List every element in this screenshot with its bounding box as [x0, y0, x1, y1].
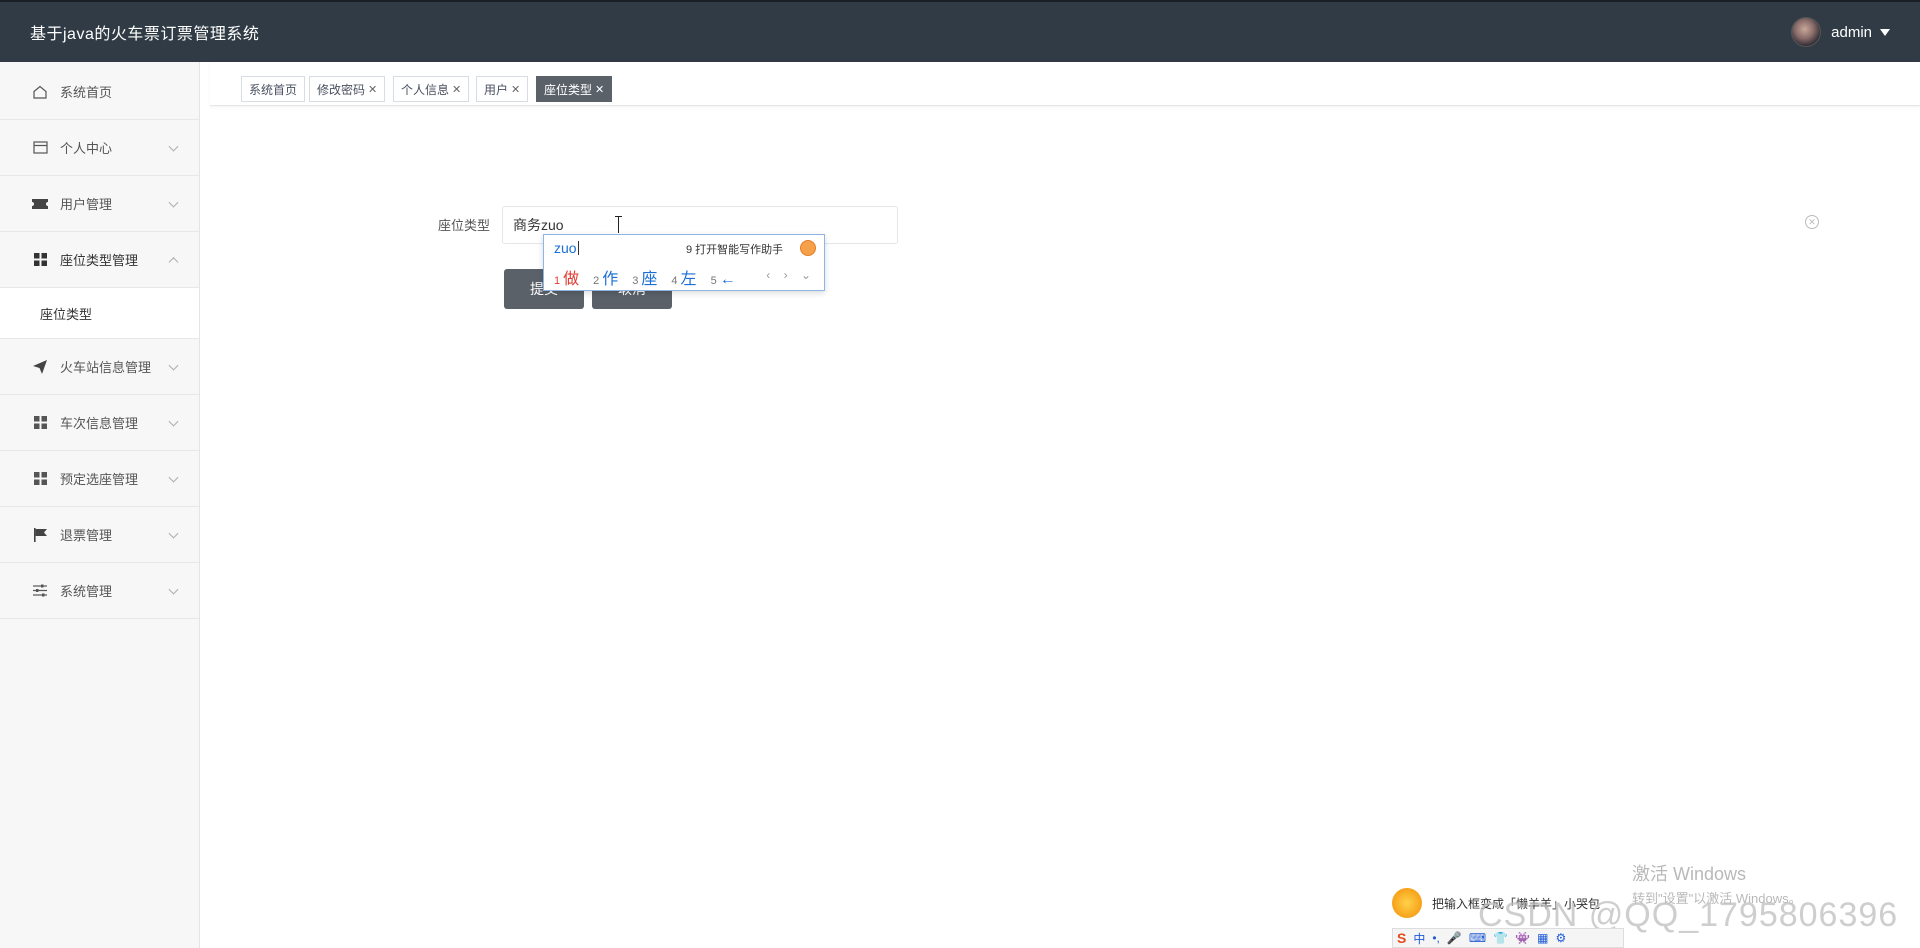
sidebar-item-label: 系统首页: [60, 85, 113, 100]
apps-icon[interactable]: ▦: [1537, 931, 1548, 945]
sidebar-subitem-seat-type[interactable]: 座位类型: [0, 288, 199, 339]
chevron-down-icon: [168, 141, 179, 152]
sidebar-item-personal-center[interactable]: 个人中心: [0, 120, 199, 176]
sidebar-item-system-management[interactable]: 系统管理: [0, 563, 199, 619]
close-icon[interactable]: ✕: [368, 83, 377, 96]
microphone-icon[interactable]: 🎤: [1447, 931, 1462, 945]
id-card-icon: [32, 140, 48, 156]
grid-icon: [32, 471, 48, 487]
tab-change-password[interactable]: 修改密码 ✕: [309, 76, 386, 102]
grid-icon: [32, 415, 48, 431]
candidate-number: 3: [632, 275, 639, 287]
chevron-up-icon: [168, 256, 179, 267]
candidate-text: 座: [641, 271, 658, 288]
tab-label: 个人信息: [401, 82, 450, 97]
sidebar-item-seat-type-management[interactable]: 座位类型管理: [0, 232, 199, 288]
ime-assist-option[interactable]: 9 打开智能写作助手: [686, 241, 783, 257]
tab-label: 用户: [484, 82, 509, 97]
app-title: 基于java的火车票订票管理系统: [30, 26, 260, 43]
close-icon[interactable]: ✕: [595, 83, 604, 96]
candidate-text: 做: [563, 271, 580, 288]
chevron-down-icon: [168, 584, 179, 595]
sidebar-item-train-management[interactable]: 车次信息管理: [0, 395, 199, 451]
candidate-text: ←: [719, 271, 736, 288]
sliders-icon: [32, 583, 48, 599]
sidebar-item-station-management[interactable]: 火车站信息管理: [0, 339, 199, 395]
chevron-down-icon: [168, 528, 179, 539]
flag-icon: [32, 527, 48, 543]
close-icon[interactable]: ✕: [452, 83, 461, 96]
candidate-number: 4: [671, 275, 678, 287]
ime-candidate[interactable]: 3座: [632, 265, 657, 289]
skin-icon[interactable]: 👕: [1493, 931, 1508, 945]
sidebar-subitem-label: 座位类型: [40, 306, 93, 322]
avatar[interactable]: [1791, 17, 1822, 47]
caret-down-icon[interactable]: [1880, 28, 1890, 36]
top-header: 基于java的火车票订票管理系统 admin: [0, 0, 1920, 62]
sidebar-item-label: 用户管理: [60, 197, 113, 212]
punctuation-icon[interactable]: •,: [1432, 931, 1440, 945]
username[interactable]: admin: [1831, 24, 1872, 41]
sidebar-item-label: 座位类型管理: [60, 253, 139, 268]
sidebar-item-refund-management[interactable]: 退票管理: [0, 507, 199, 563]
sun-icon: [1392, 888, 1422, 918]
ime-candidate[interactable]: 1做: [554, 265, 579, 289]
ime-candidate-popup: zuo 9 打开智能写作助手 1做 2作 3座 4左 5 ← ‹ › ⌄: [543, 234, 825, 291]
home-icon: [32, 84, 48, 100]
chevron-down-icon: [168, 197, 179, 208]
language-toggle-icon[interactable]: 中: [1413, 930, 1425, 947]
chevron-down-icon: [168, 416, 179, 427]
close-icon[interactable]: ✕: [511, 83, 520, 96]
settings-icon[interactable]: ⚙: [1555, 931, 1566, 945]
tabs-bar: 系统首页 修改密码 ✕ 个人信息 ✕ 用户 ✕ 座位类型 ✕: [210, 62, 1920, 106]
ime-toolbar: S 中 •, 🎤 ⌨ 👕 👾 ▦ ⚙: [1392, 928, 1624, 948]
sidebar-item-label: 火车站信息管理: [60, 360, 152, 375]
grid-icon: [32, 252, 48, 268]
tab-home[interactable]: 系统首页: [241, 76, 306, 102]
sidebar-item-label: 退票管理: [60, 528, 113, 543]
clear-icon[interactable]: ✕: [1805, 215, 1819, 229]
chevron-down-icon: [168, 472, 179, 483]
tab-seat-type[interactable]: 座位类型 ✕: [536, 76, 613, 102]
game-icon[interactable]: 👾: [1515, 931, 1530, 945]
ime-composition: zuo: [554, 240, 577, 256]
ime-page-nav-icon[interactable]: ‹ › ⌄: [766, 268, 816, 282]
candidate-number: 2: [593, 275, 600, 287]
ime-candidate[interactable]: 2作: [593, 265, 618, 289]
candidate-number: 1: [554, 275, 561, 287]
user-menu[interactable]: admin: [1791, 17, 1890, 47]
keyboard-icon[interactable]: ⌨: [1469, 931, 1486, 945]
tab-label: 修改密码: [317, 82, 366, 97]
sidebar-item-home[interactable]: 系统首页: [0, 64, 199, 120]
ticket-icon: [32, 196, 48, 212]
candidate-text: 作: [602, 271, 619, 288]
tab-user[interactable]: 用户 ✕: [476, 76, 529, 102]
sidebar: 系统首页 个人中心 用户管理 座位类型管理 座位类型 火车站信息管理 车次信息管…: [0, 62, 200, 948]
candidate-text: 左: [680, 271, 697, 288]
text-cursor-icon: [615, 216, 623, 236]
sogou-logo-icon[interactable]: S: [1397, 930, 1406, 946]
sidebar-item-label: 车次信息管理: [60, 416, 139, 431]
ime-candidates: 1做 2作 3座 4左 5 ←: [554, 265, 750, 289]
ime-candidate[interactable]: 4左: [671, 265, 696, 289]
sidebar-item-label: 个人中心: [60, 141, 113, 156]
seat-type-label: 座位类型: [437, 218, 490, 233]
sidebar-item-label: 预定选座管理: [60, 472, 139, 487]
tab-personal-info[interactable]: 个人信息 ✕: [393, 76, 470, 102]
tab-label: 系统首页: [249, 82, 298, 97]
paper-plane-icon: [32, 359, 48, 375]
sidebar-item-label: 系统管理: [60, 584, 113, 599]
sidebar-item-booking-management[interactable]: 预定选座管理: [0, 451, 199, 507]
activation-title: 激活 Windows: [1632, 864, 1747, 884]
assistant-icon[interactable]: [800, 240, 816, 256]
tab-label: 座位类型: [544, 82, 593, 97]
candidate-number: 5: [710, 275, 717, 287]
sidebar-item-user-management[interactable]: 用户管理: [0, 176, 199, 232]
ime-candidate[interactable]: 5 ←: [711, 271, 736, 289]
chevron-down-icon: [168, 360, 179, 371]
